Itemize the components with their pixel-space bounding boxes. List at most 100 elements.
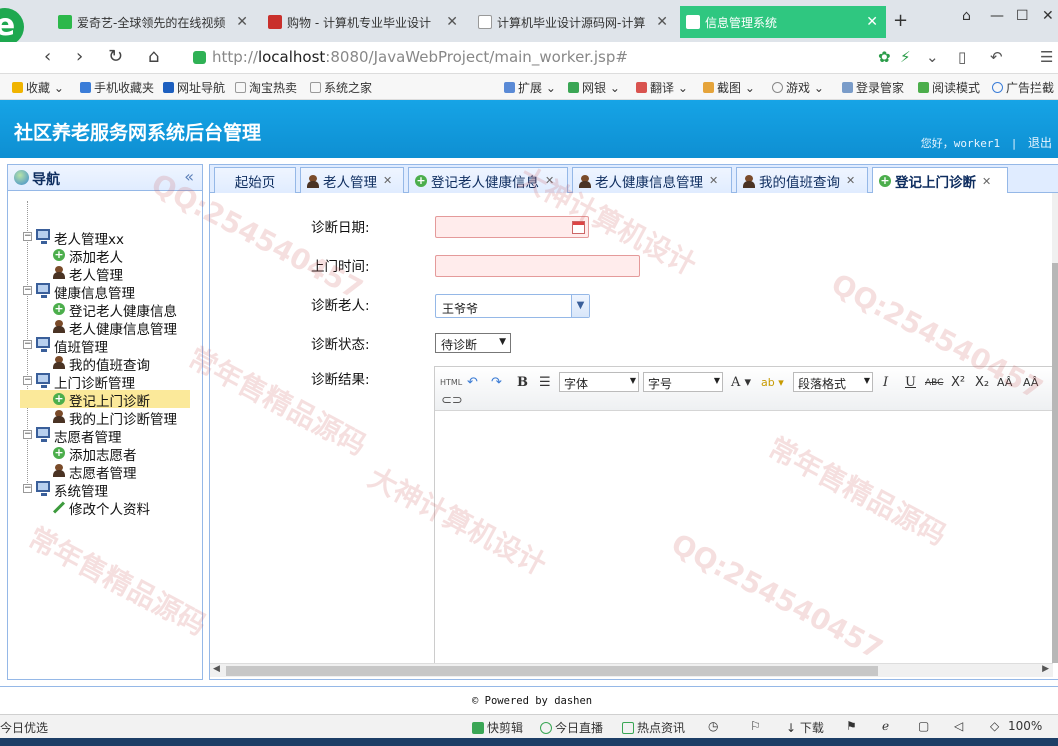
close-icon[interactable]: ✕ [982,175,991,188]
strike-button[interactable]: ABC [925,373,943,393]
bookmark-item[interactable]: 截图 ⌄ [703,79,755,96]
bookmark-item[interactable]: 收藏 ⌄ [12,79,64,96]
close-window-button[interactable]: ✕ [1042,8,1054,24]
collapse-toggle-icon[interactable]: − [23,484,32,493]
device-icon[interactable]: ▯ [958,48,966,66]
scroll-right-icon[interactable]: ▶ [1042,664,1049,674]
html-source-button[interactable]: HTML [440,373,462,393]
bookmark-item[interactable]: 系统之家 [310,79,372,96]
tree-group-duty[interactable]: − 值班管理 [8,336,202,356]
home-icon[interactable]: ⌂ [148,46,159,67]
close-icon[interactable]: ✕ [383,174,392,187]
calendar-icon[interactable] [572,221,585,234]
tree-group-visit[interactable]: − 上门诊断管理 [8,372,202,392]
tree-item-my-visit[interactable]: 我的上门诊断管理 [8,408,202,428]
minimize-button[interactable]: — [990,8,1004,24]
bookmark-item[interactable]: 翻译 ⌄ [636,79,688,96]
format-icon[interactable]: ☰ [539,373,551,393]
lightning-icon[interactable]: ⚡ [900,48,911,66]
tree-item-add-elder[interactable]: + 添加老人 [8,246,202,266]
bold-button[interactable]: B [517,373,528,393]
tree-item-health-manage[interactable]: 老人健康信息管理 [8,318,202,338]
italic-button[interactable]: I [883,373,888,393]
close-icon[interactable]: ✕ [236,14,248,30]
subscript-icon[interactable]: X₂ [975,373,989,393]
tree-item-register-visit[interactable]: + 登记上门诊断 [20,390,190,410]
date-field[interactable] [435,216,589,238]
forward-icon[interactable]: › [76,46,83,67]
elder-combobox[interactable]: 王爷爷 ▼ [435,294,590,318]
scroll-left-icon[interactable]: ◀ [213,664,220,674]
bookmark-item[interactable]: 登录管家 [842,79,904,96]
collapse-toggle-icon[interactable]: − [23,232,32,241]
vertical-scrollbar[interactable] [1052,193,1058,663]
tree-group-volunteer[interactable]: − 志愿者管理 [8,426,202,446]
bookmark-item[interactable]: 阅读模式 [918,79,980,96]
tree-item-my-duty[interactable]: 我的值班查询 [8,354,202,374]
collapse-toggle-icon[interactable]: − [23,430,32,439]
font-size-select[interactable]: 字号 ▼ [643,372,723,392]
browser-tab-1[interactable]: 爱奇艺-全球领先的在线视频 ✕ [52,6,256,38]
reload-icon[interactable]: ↻ [108,46,123,67]
dropdown-icon[interactable]: ⌄ [926,48,939,66]
maximize-button[interactable]: ☐ [1016,8,1029,24]
tab-home[interactable]: 起始页 [214,167,296,193]
scroll-thumb[interactable] [226,666,878,676]
editor-body[interactable] [435,411,1058,671]
superscript-icon[interactable]: X² [951,373,965,393]
browser-tab-2[interactable]: 购物 - 计算机专业毕业设计 ✕ [262,6,466,38]
highlight-icon[interactable]: ab ▾ [761,373,784,393]
logout-link[interactable]: 退出 [1028,136,1052,150]
time-field[interactable] [435,255,640,277]
back-icon[interactable]: ‹ [44,46,51,67]
status-item[interactable]: 快剪辑 [472,719,523,736]
text-color-button[interactable]: A ▾ [731,373,751,393]
font-shrink-icon[interactable]: AÂ [1023,373,1038,393]
bookmark-item[interactable]: 游戏 ⌄ [772,79,824,96]
window-icon[interactable]: ▢ [918,719,929,733]
tree-item-register-health[interactable]: + 登记老人健康信息 [8,300,202,320]
flag-icon[interactable]: ⚑ [846,719,857,733]
browser-tab-3[interactable]: 计算机毕业设计源码网-计算 ✕ [472,6,676,38]
status-left[interactable]: 今日优选 [0,719,48,736]
menu-icon[interactable]: ☰ [1040,48,1053,66]
tab-elder-manage[interactable]: 老人管理 ✕ [300,167,404,193]
tree-item-elder-manage[interactable]: 老人管理 [8,264,202,284]
tab-health-manage[interactable]: 老人健康信息管理 ✕ [572,167,732,193]
horizontal-scrollbar[interactable]: ◀ ▶ [210,663,1053,677]
new-tab-button[interactable]: + [893,10,908,31]
ie-icon[interactable]: ℯ [882,719,889,733]
underline-button[interactable]: U [905,373,916,393]
bookmark-item[interactable]: 扩展 ⌄ [504,79,556,96]
zoom-level[interactable]: 100% [1008,719,1042,733]
browser-tab-active[interactable]: 信息管理系统 ✕ [680,6,886,38]
undo-icon[interactable]: ↶ [990,48,1003,66]
collapse-toggle-icon[interactable]: − [23,286,32,295]
bookmark-item[interactable]: 手机收藏夹 [80,79,154,96]
bookmark-item[interactable]: 网址导航 [163,79,225,96]
tree-group-elder[interactable]: − 老人管理xx [8,228,202,248]
bookmark-item[interactable]: 淘宝热卖 [235,79,297,96]
tab-my-duty[interactable]: 我的值班查询 ✕ [736,167,868,193]
status-item[interactable]: 热点资讯 [622,719,685,736]
speaker-icon[interactable]: ◁ [954,719,963,733]
tree-item-edit-profile[interactable]: 修改个人资料 [8,498,202,518]
collapse-toggle-icon[interactable]: − [23,376,32,385]
scroll-thumb[interactable] [1052,263,1058,663]
undo-icon[interactable]: ↶ [467,373,478,393]
collapse-icon[interactable]: « [184,167,194,186]
paragraph-select[interactable]: 段落格式 ▼ [793,372,873,392]
close-icon[interactable]: ✕ [846,174,855,187]
tab-register-health[interactable]: + 登记老人健康信息 ✕ [408,167,568,193]
tree-item-add-volunteer[interactable]: + 添加志愿者 [8,444,202,464]
collapse-toggle-icon[interactable]: − [23,340,32,349]
close-icon[interactable]: ✕ [446,14,458,30]
tree-group-system[interactable]: − 系统管理 [8,480,202,500]
tree-item-volunteer-manage[interactable]: 志愿者管理 [8,462,202,482]
close-icon[interactable]: ✕ [709,174,718,187]
tab-register-visit[interactable]: + 登记上门诊断 ✕ [872,167,1008,194]
close-icon[interactable]: ✕ [656,14,668,30]
font-grow-icon[interactable]: AÂ [997,373,1012,393]
bell-icon[interactable]: ◇ [990,719,999,733]
url-field[interactable]: http://localhost:8080/JavaWebProject/mai… [212,48,628,66]
